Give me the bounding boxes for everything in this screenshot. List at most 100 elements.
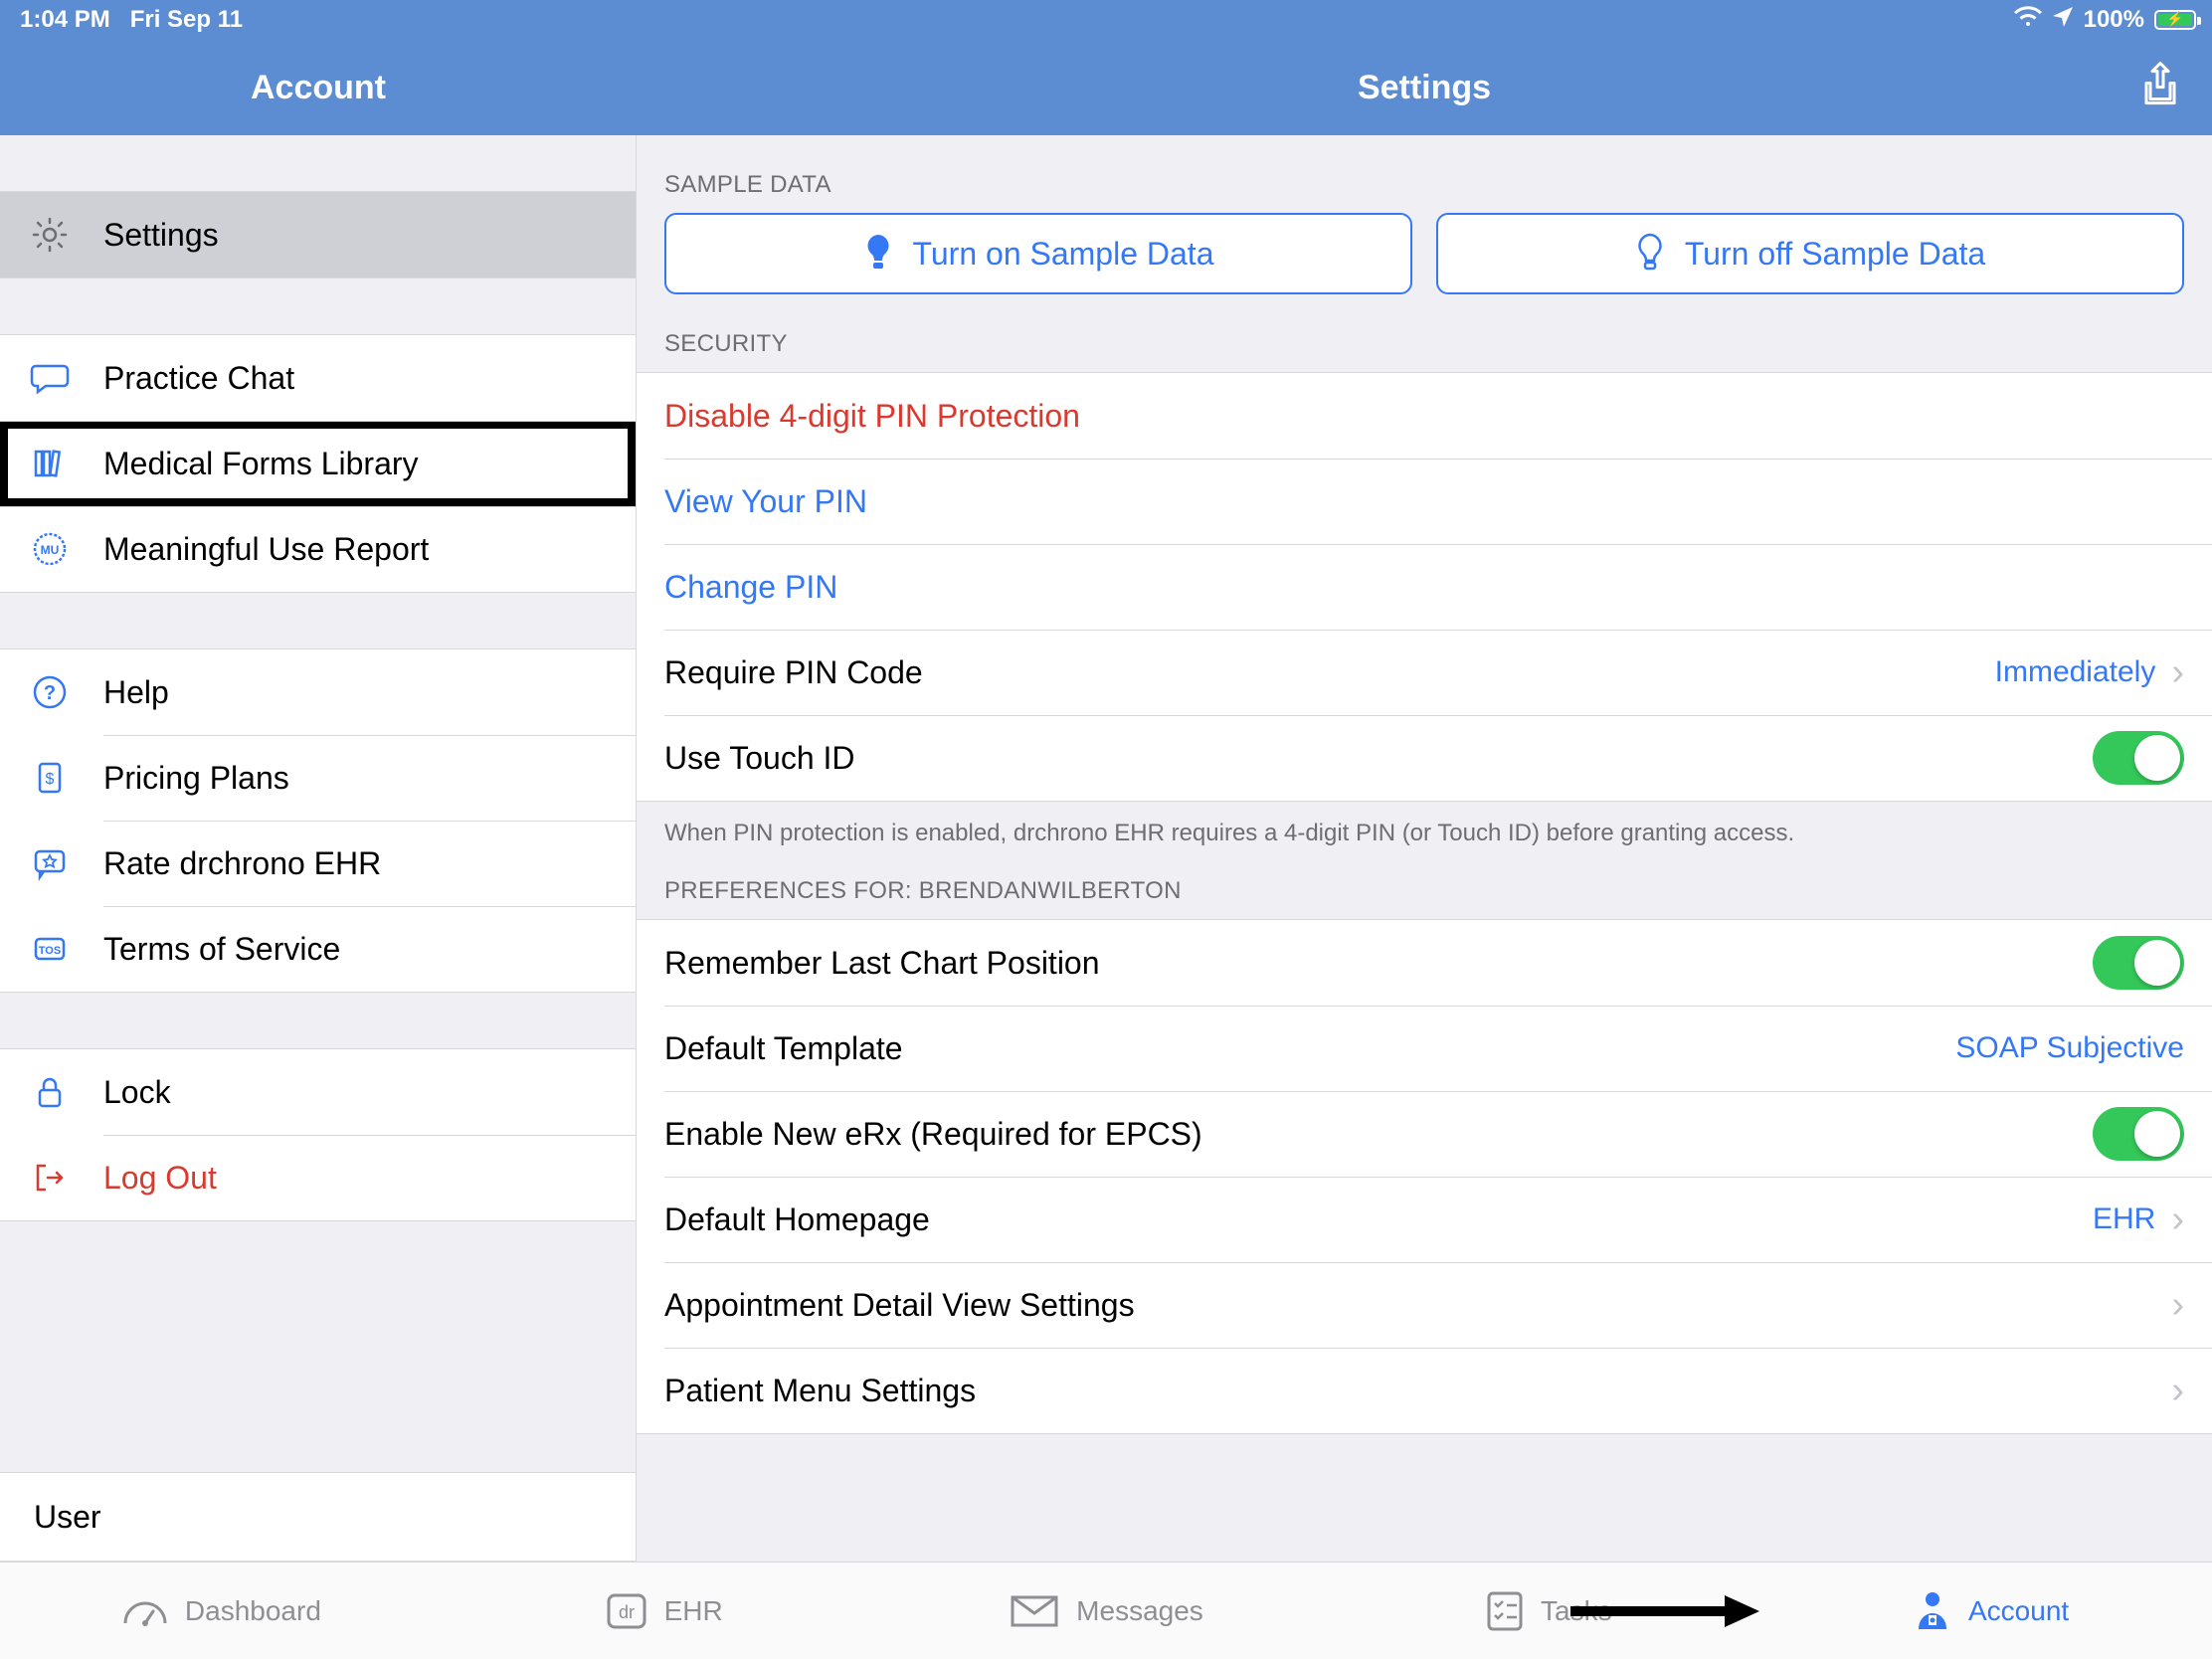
- tab-label: Account: [1968, 1595, 2069, 1627]
- battery-icon: ⚡: [2154, 10, 2196, 30]
- disable-pin-row[interactable]: Disable 4-digit PIN Protection: [637, 373, 2212, 459]
- battery-pct: 100%: [2084, 6, 2144, 34]
- sidebar-item-pricing[interactable]: $ Pricing Plans: [0, 735, 636, 821]
- change-pin-row[interactable]: Change PIN: [637, 544, 2212, 630]
- sidebar-item-label: Log Out: [76, 1160, 217, 1197]
- sidebar-item-practice-chat[interactable]: Practice Chat: [0, 335, 636, 421]
- cell-label: Appointment Detail View Settings: [664, 1287, 1135, 1324]
- cell-label: Disable 4-digit PIN Protection: [664, 398, 1080, 435]
- sidebar-item-label: Meaningful Use Report: [76, 531, 429, 568]
- sidebar-item-rate[interactable]: Rate drchrono EHR: [0, 821, 636, 906]
- sidebar-item-help[interactable]: ? Help: [0, 649, 636, 735]
- cell-label: Patient Menu Settings: [664, 1373, 976, 1409]
- tab-label: Messages: [1076, 1595, 1203, 1627]
- tab-label: EHR: [664, 1595, 723, 1627]
- header: Account Settings: [0, 40, 2212, 135]
- logout-icon: [24, 1158, 76, 1198]
- patient-menu-row[interactable]: Patient Menu Settings ›: [637, 1348, 2212, 1433]
- chevron-right-icon: ›: [2171, 1370, 2184, 1412]
- sidebar-item-logout[interactable]: Log Out: [0, 1135, 636, 1220]
- gear-icon: [24, 215, 76, 255]
- chevron-right-icon: ›: [2171, 1284, 2184, 1327]
- sidebar-item-label: Terms of Service: [76, 931, 340, 968]
- sidebar-item-forms-library[interactable]: Medical Forms Library: [0, 421, 636, 506]
- help-icon: ?: [24, 672, 76, 712]
- sidebar-item-tos[interactable]: TOS Terms of Service: [0, 906, 636, 992]
- svg-text:$: $: [46, 771, 55, 788]
- cell-label: Require PIN Code: [664, 654, 923, 691]
- security-footer-note: When PIN protection is enabled, drchrono…: [637, 802, 2212, 869]
- envelope-icon: [1009, 1593, 1060, 1629]
- tab-label: Dashboard: [185, 1595, 321, 1627]
- books-icon: [24, 444, 76, 483]
- tab-account[interactable]: Account: [1769, 1589, 2212, 1633]
- tab-ehr[interactable]: dr EHR: [443, 1591, 885, 1631]
- tab-bar: Dashboard dr EHR Messages Tasks: [0, 1562, 2212, 1659]
- checklist-icon: [1485, 1589, 1525, 1633]
- dr-badge-icon: dr: [605, 1591, 648, 1631]
- touch-id-toggle[interactable]: [2093, 731, 2184, 785]
- cell-label: Enable New eRx (Required for EPCS): [664, 1116, 1202, 1153]
- sidebar-item-label: Pricing Plans: [76, 760, 289, 797]
- mu-badge-icon: MU: [24, 529, 76, 569]
- header-right-title: Settings: [1358, 69, 1491, 107]
- erx-toggle[interactable]: [2093, 1107, 2184, 1161]
- status-date: Fri Sep 11: [130, 6, 243, 34]
- section-header-security: SECURITY: [637, 294, 2212, 372]
- cell-value: EHR: [2093, 1202, 2155, 1236]
- lightbulb-off-icon: [1635, 233, 1665, 275]
- button-label: Turn on Sample Data: [913, 236, 1214, 273]
- cell-label: Remember Last Chart Position: [664, 945, 1100, 982]
- cell-value: Immediately: [1995, 655, 2156, 689]
- button-label: Turn off Sample Data: [1685, 236, 1985, 273]
- svg-text:dr: dr: [619, 1602, 635, 1622]
- status-time: 1:04 PM: [20, 6, 110, 34]
- remember-chart-toggle[interactable]: [2093, 936, 2184, 990]
- lock-icon: [24, 1072, 76, 1112]
- view-pin-row[interactable]: View Your PIN: [637, 459, 2212, 544]
- location-icon: [2052, 6, 2074, 35]
- sidebar-item-mu-report[interactable]: MU Meaningful Use Report: [0, 506, 636, 592]
- svg-text:MU: MU: [41, 543, 60, 557]
- sidebar-item-label: Help: [76, 674, 169, 711]
- section-header-sample: SAMPLE DATA: [637, 135, 2212, 213]
- share-button[interactable]: [2140, 62, 2180, 109]
- tab-dashboard[interactable]: Dashboard: [0, 1593, 443, 1629]
- cell-label: Change PIN: [664, 569, 837, 606]
- erx-row: Enable New eRx (Required for EPCS): [637, 1091, 2212, 1177]
- lightbulb-on-icon: [863, 233, 893, 275]
- cell-label: Use Touch ID: [664, 740, 855, 777]
- sidebar-item-label: Lock: [76, 1074, 171, 1111]
- svg-text:TOS: TOS: [39, 945, 61, 957]
- chevron-right-icon: ›: [2171, 651, 2184, 694]
- sidebar-item-settings[interactable]: Settings: [0, 192, 636, 277]
- cell-label: Default Template: [664, 1030, 903, 1067]
- chat-bubble-icon: [24, 358, 76, 398]
- gauge-icon: [121, 1593, 169, 1629]
- sidebar-item-lock[interactable]: Lock: [0, 1049, 636, 1135]
- cell-label: View Your PIN: [664, 483, 867, 520]
- price-tag-icon: $: [24, 758, 76, 798]
- doctor-icon: [1913, 1589, 1952, 1633]
- tos-icon: TOS: [24, 929, 76, 969]
- sidebar-item-label: Settings: [76, 217, 219, 254]
- header-left-title: Account: [0, 40, 637, 135]
- remember-chart-row: Remember Last Chart Position: [637, 920, 2212, 1006]
- homepage-row[interactable]: Default Homepage EHR ›: [637, 1177, 2212, 1262]
- touch-id-row: Use Touch ID: [637, 715, 2212, 801]
- tab-messages[interactable]: Messages: [885, 1593, 1328, 1629]
- turn-on-sample-data-button[interactable]: Turn on Sample Data: [664, 213, 1412, 294]
- default-template-row[interactable]: Default Template SOAP Subjective: [637, 1006, 2212, 1091]
- require-pin-row[interactable]: Require PIN Code Immediately ›: [637, 630, 2212, 715]
- sidebar-user-row[interactable]: User: [0, 1472, 636, 1562]
- sidebar-item-label: Practice Chat: [76, 360, 294, 397]
- sidebar-item-label: Medical Forms Library: [76, 446, 419, 482]
- cell-value: SOAP Subjective: [1955, 1031, 2184, 1065]
- turn-off-sample-data-button[interactable]: Turn off Sample Data: [1436, 213, 2184, 294]
- sidebar: Settings Practice Chat Medical Forms Lib…: [0, 135, 637, 1562]
- sidebar-user-label: User: [34, 1499, 101, 1536]
- star-chat-icon: [24, 843, 76, 883]
- cell-label: Default Homepage: [664, 1201, 930, 1238]
- appt-detail-row[interactable]: Appointment Detail View Settings ›: [637, 1262, 2212, 1348]
- svg-text:?: ?: [44, 682, 56, 704]
